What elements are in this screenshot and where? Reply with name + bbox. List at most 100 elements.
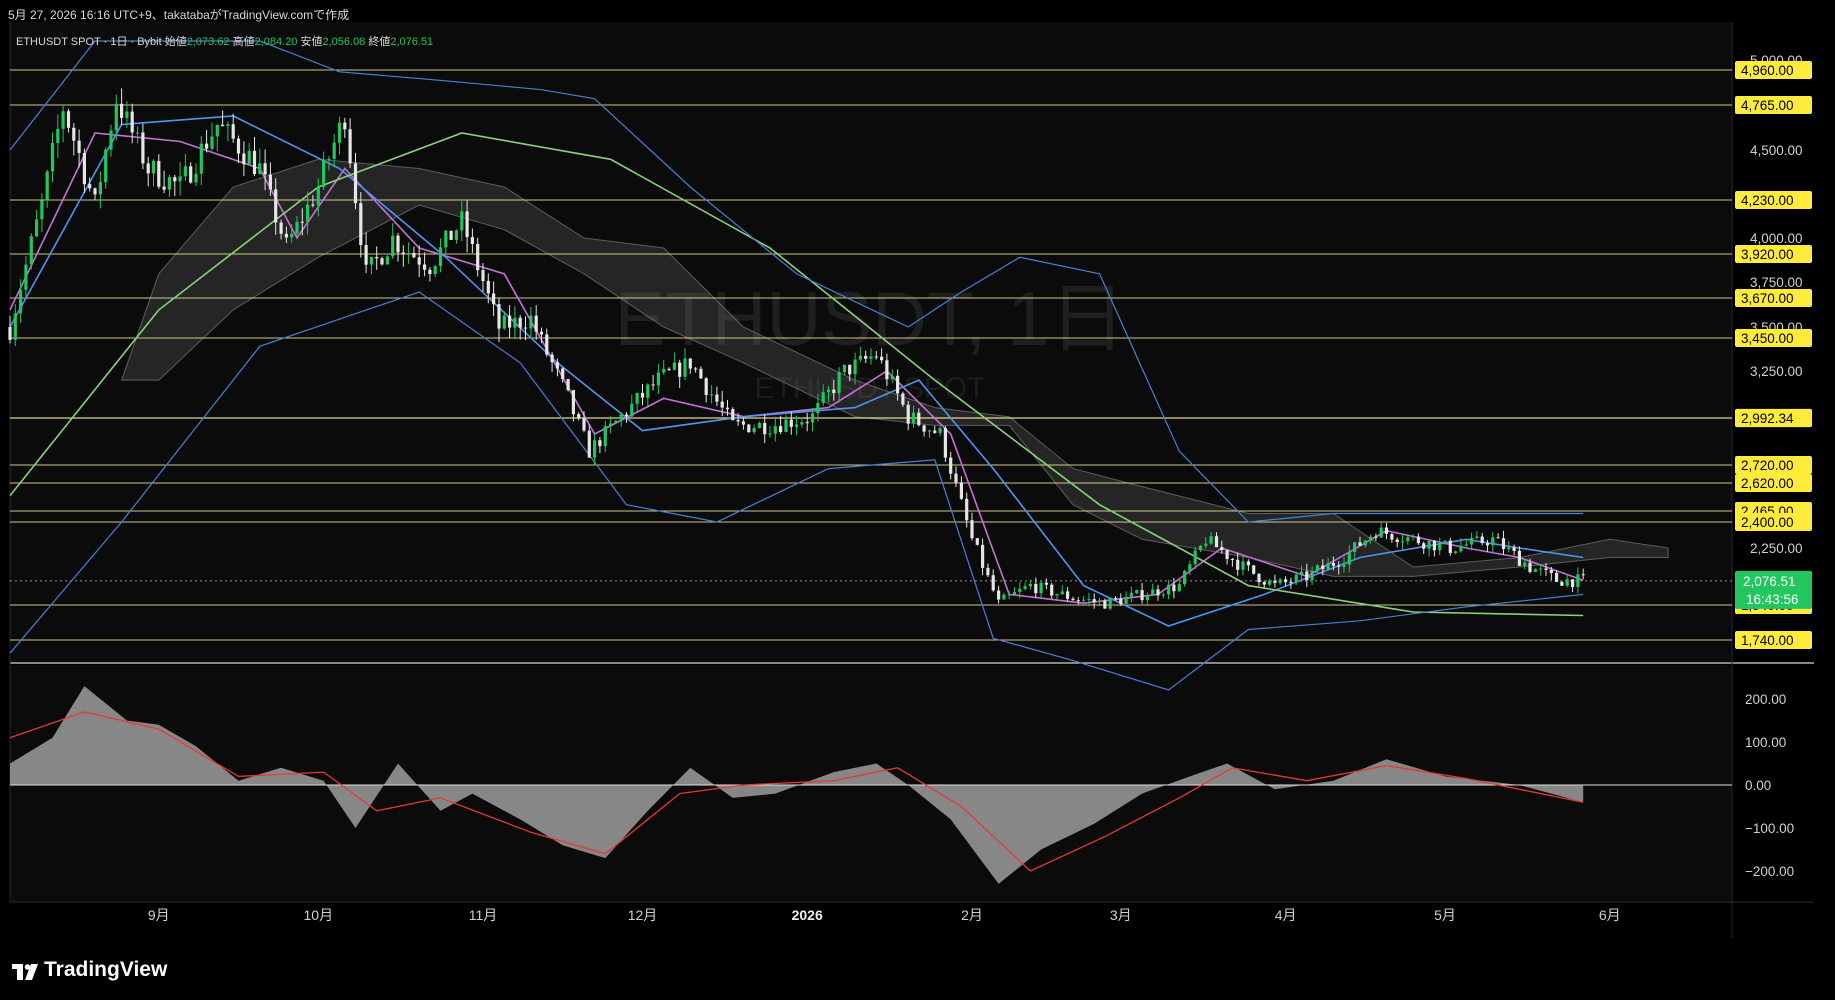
candle-body xyxy=(1273,580,1277,583)
candle-body xyxy=(19,289,23,314)
candle-body xyxy=(1347,552,1351,565)
price-axis-tick: 3,750.00 xyxy=(1750,275,1803,290)
macd-axis-tick: 100.00 xyxy=(1745,735,1786,750)
candle-body xyxy=(1470,537,1474,545)
candle-body xyxy=(529,315,533,329)
level-label-text: 3,920.00 xyxy=(1741,247,1794,262)
candle-body xyxy=(1512,547,1516,551)
candle-body xyxy=(1400,541,1405,543)
candle-body xyxy=(1230,559,1234,560)
level-label-text: 2,620.00 xyxy=(1741,476,1794,491)
level-label: 3,670.00 xyxy=(1735,289,1812,307)
candle-body xyxy=(1560,581,1564,586)
candle-body xyxy=(789,419,793,427)
time-axis-tick: 3月 xyxy=(1110,907,1132,923)
candle-body xyxy=(890,375,894,380)
candle-body xyxy=(1012,592,1017,595)
candle-body xyxy=(481,270,485,281)
candle-body xyxy=(959,482,963,499)
candle-body xyxy=(497,304,501,329)
candle-body xyxy=(1225,550,1229,559)
candle-body xyxy=(550,354,554,363)
candle-body xyxy=(1363,540,1367,546)
candle-body xyxy=(1507,547,1511,549)
current-price-text: 2,076.51 xyxy=(1743,574,1796,589)
candle-body xyxy=(417,257,421,265)
candle-body xyxy=(1491,537,1495,546)
candle-body xyxy=(577,414,581,419)
candle-body xyxy=(476,244,480,271)
candle-body xyxy=(1129,592,1133,597)
candle-body xyxy=(1443,540,1447,543)
chart-frame: 5月 27, 2026 16:16 UTC+9、takatabaがTrading… xyxy=(0,0,1835,1000)
candle-body xyxy=(1454,551,1458,553)
candle-body xyxy=(1501,538,1506,549)
candle-body xyxy=(1124,596,1128,604)
level-label: 2,400.00 xyxy=(1735,513,1812,531)
level-label: 2,992.34 xyxy=(1735,409,1812,428)
candle-body xyxy=(1581,574,1585,576)
candle-body xyxy=(438,247,443,267)
candle-body xyxy=(1539,568,1543,570)
candle-body xyxy=(252,150,257,174)
time-axis-tick: 2026 xyxy=(792,907,823,923)
candle-body xyxy=(306,204,310,222)
candle-body xyxy=(93,188,97,195)
candle-body xyxy=(1055,594,1059,596)
candle-body xyxy=(997,590,1001,600)
candle-body xyxy=(651,384,655,386)
candle-body xyxy=(470,237,474,244)
candle-body xyxy=(1262,582,1266,585)
candle-body xyxy=(114,103,118,131)
chart-canvas[interactable]: ETHUSDT, 1日ETHUSDT SPOT5,000.004,500.004… xyxy=(0,0,1835,1000)
symbol-legend: ETHUSDT SPOT · 1日 · Bybit 始値2,073.62 高値2… xyxy=(16,34,433,48)
candle-body xyxy=(917,412,921,426)
candle-body xyxy=(311,204,315,206)
candle-body xyxy=(369,257,373,265)
candle-body xyxy=(1374,536,1378,538)
candle-body xyxy=(731,409,735,420)
price-axis-tick: 4,500.00 xyxy=(1750,143,1803,158)
candle-body xyxy=(162,186,166,190)
candle-body xyxy=(906,404,910,424)
candle-body xyxy=(1576,574,1580,587)
candle-body xyxy=(981,544,985,568)
macd-axis-tick: −100.00 xyxy=(1745,821,1794,836)
candle-body xyxy=(667,368,671,370)
price-axis-tick: 4,000.00 xyxy=(1750,231,1803,246)
candle-body xyxy=(1066,591,1070,599)
candle-body xyxy=(757,422,761,428)
price-axis-tick: 2,250.00 xyxy=(1750,541,1803,556)
candle-body xyxy=(656,372,660,386)
time-axis-tick: 9月 xyxy=(148,907,170,923)
level-label-text: 1,740.00 xyxy=(1741,633,1794,648)
candle-body xyxy=(826,389,831,393)
candle-body xyxy=(609,423,613,427)
candle-body xyxy=(189,166,193,183)
candle-body xyxy=(120,103,124,118)
level-label-text: 4,230.00 xyxy=(1741,193,1794,208)
candle-body xyxy=(104,149,108,183)
candle-body xyxy=(662,368,666,373)
candle-body xyxy=(337,122,342,143)
candle-body xyxy=(901,393,905,405)
candle-body xyxy=(927,430,932,432)
candle-body xyxy=(1326,562,1330,570)
candle-body xyxy=(1268,580,1272,585)
candle-body xyxy=(1523,562,1527,566)
candle-body xyxy=(640,393,645,398)
candle-body xyxy=(1565,579,1569,586)
candle-body xyxy=(77,140,81,153)
candle-body xyxy=(157,160,161,187)
candle-body xyxy=(226,124,230,126)
tradingview-logo[interactable]: TradingView xyxy=(12,958,167,982)
candle-body xyxy=(1305,571,1309,581)
candle-body xyxy=(736,420,740,422)
candle-body xyxy=(1183,571,1187,585)
candle-body xyxy=(1528,562,1532,572)
candle-body xyxy=(885,360,889,380)
candle-body xyxy=(1416,536,1420,544)
candle-body xyxy=(454,230,458,240)
candle-body xyxy=(619,414,623,421)
candle-body xyxy=(694,368,698,370)
